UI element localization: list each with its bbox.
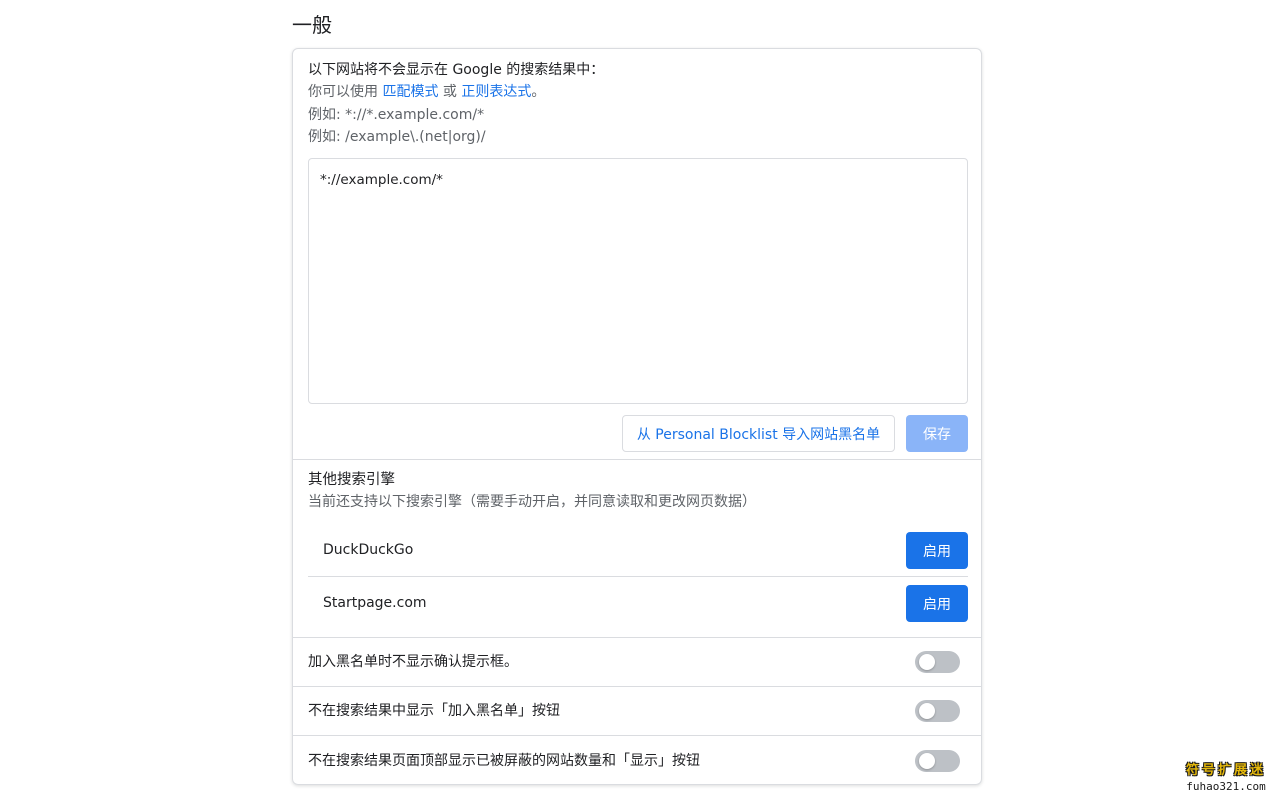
toggle-knob	[919, 703, 935, 719]
blocklist-hint: 你可以使用 匹配模式 或 正则表达式。	[308, 82, 545, 102]
hide-block-button-toggle[interactable]	[915, 700, 960, 722]
watermark-logo: 符号扩展迷 fuhao321.com	[1180, 762, 1272, 793]
toggle-label: 不在搜索结果页面顶部显示已被屏蔽的网站数量和「显示」按钮	[308, 753, 700, 769]
toggle-label: 加入黑名单时不显示确认提示框。	[308, 654, 518, 670]
hide-blocked-count-toggle[interactable]	[915, 750, 960, 772]
import-personal-blocklist-button[interactable]: 从 Personal Blocklist 导入网站黑名单	[622, 415, 895, 452]
enable-startpage-button[interactable]: 启用	[906, 585, 968, 622]
section-title: 一般	[292, 13, 332, 37]
blocklist-description: 以下网站将不会显示在 Google 的搜索结果中：	[308, 62, 605, 78]
toggle-row-hide-blocked-count: 不在搜索结果页面顶部显示已被屏蔽的网站数量和「显示」按钮	[293, 737, 981, 784]
other-engines-section: 其他搜索引擎 当前还支持以下搜索引擎（需要手动开启，并同意读取和更改网页数据） …	[293, 460, 981, 638]
engine-row-startpage: Startpage.com 启用	[308, 577, 968, 630]
save-button[interactable]: 保存	[906, 415, 968, 452]
options-page: 一般 以下网站将不会显示在 Google 的搜索结果中： 你可以使用 匹配模式 …	[0, 0, 1280, 800]
blocklist-section: 以下网站将不会显示在 Google 的搜索结果中： 你可以使用 匹配模式 或 正…	[293, 49, 981, 460]
engines-title: 其他搜索引擎	[308, 472, 395, 488]
toggle-row-hide-block-button: 不在搜索结果中显示「加入黑名单」按钮	[293, 687, 981, 736]
settings-card: 以下网站将不会显示在 Google 的搜索结果中： 你可以使用 匹配模式 或 正…	[292, 48, 982, 785]
toggle-knob	[919, 654, 935, 670]
hint-prefix: 你可以使用	[308, 84, 383, 100]
toggle-label: 不在搜索结果中显示「加入黑名单」按钮	[308, 703, 560, 719]
blocklist-textarea[interactable]	[308, 158, 968, 404]
watermark-url: fuhao321.com	[1186, 780, 1266, 793]
engine-name: DuckDuckGo	[323, 542, 414, 558]
enable-duckduckgo-button[interactable]: 启用	[906, 532, 968, 569]
example-regex: 例如: /example\.(net|org)/	[308, 129, 486, 145]
engines-subtitle: 当前还支持以下搜索引擎（需要手动开启，并同意读取和更改网页数据）	[308, 494, 756, 510]
hint-or: 或	[438, 84, 462, 100]
skip-confirm-toggle[interactable]	[915, 651, 960, 673]
toggle-row-skip-confirm: 加入黑名单时不显示确认提示框。	[293, 638, 981, 687]
engine-name: Startpage.com	[323, 595, 427, 611]
engine-row-duckduckgo: DuckDuckGo 启用	[308, 524, 968, 577]
regex-link[interactable]: 正则表达式	[461, 84, 531, 100]
match-pattern-link[interactable]: 匹配模式	[382, 84, 438, 100]
example-match-pattern: 例如: *://*.example.com/*	[308, 107, 485, 123]
watermark-title: 符号扩展迷	[1185, 763, 1266, 778]
toggle-knob	[919, 753, 935, 769]
hint-suffix: 。	[531, 84, 546, 100]
